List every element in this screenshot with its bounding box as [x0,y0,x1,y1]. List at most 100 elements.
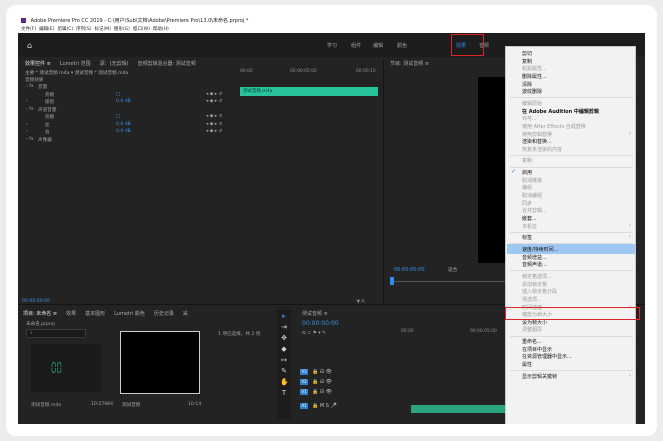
menu-item[interactable]: 嵌套... [522,215,537,222]
menu-item[interactable]: 删除属性... [522,73,547,80]
premiere-window: Adobe Premiere Pro CC 2019 - C:\用户\Sub\文… [18,17,645,424]
ec-row-value[interactable]: 0.0 dB [116,122,131,127]
ec-row-value[interactable]: 0.0 dB [116,99,131,104]
menu-5[interactable]: 图形(G) [114,27,130,32]
menu-item[interactable]: 渲染和替换... [522,138,552,145]
workspace-tab[interactable]: 学习 [327,42,337,49]
menu-7[interactable]: 帮助(H) [153,27,169,32]
program-fit-select[interactable]: 适合 [448,267,457,273]
program-playhead[interactable] [390,277,394,285]
workspace-tab[interactable]: 组件 [351,42,361,49]
source-tab[interactable]: 源：(无剪辑) [100,61,129,67]
project-item-duration: 10:14 [188,402,202,407]
source-tab[interactable]: 效果控件 ≡ [25,61,51,67]
track-badge[interactable]: V2 [300,379,308,385]
sequence-item-thumbnail[interactable] [120,331,200,394]
ec-row-label: 级别 [45,100,55,105]
ec-audio-clip[interactable]: 测试音频.m4a [240,87,378,96]
menu-item[interactable]: 属性 [522,361,532,368]
project-count: 1 项已选择，共 2 项 [218,332,261,337]
menu-3[interactable]: 序列(S) [76,27,91,32]
hand-icon[interactable]: ✋ [280,378,289,386]
keyframe-controls-icon[interactable]: ◂ ◆ ▸ ↺ [206,129,222,134]
ec-row-expander[interactable]: › fx [26,137,34,142]
pen-icon[interactable]: ✎ [280,367,288,375]
menu-item[interactable]: 启用 [522,169,532,176]
ec-row-expander[interactable]: › [26,122,28,127]
menu-item[interactable]: 音频增益... [522,254,547,261]
menu-item[interactable]: 标签 [522,234,532,241]
project-panel-tab[interactable]: Lumetri 颜色 [114,311,145,317]
project-panel-tab[interactable]: 效果 [66,311,76,317]
workspace-tab[interactable]: 编辑 [373,42,383,49]
workspace-tab[interactable]: 颜色 [397,42,407,49]
track-v1[interactable]: V1 🔒 ⊟ 👁 [300,389,332,398]
menu-6[interactable]: 窗口(W) [133,27,150,32]
timeline-tool-icons[interactable]: ⇆ ⊂ ⚑ ▾ ✎ [302,331,326,336]
selection-tool-icon[interactable]: ▸ [280,312,288,320]
menu-0[interactable]: 文件(F) [21,27,36,32]
home-icon[interactable]: ⌂ [27,41,32,50]
timeline-ruler-mid: 00:00:05:00 [470,329,497,334]
project-panel-tab[interactable]: 采 [183,311,188,317]
project-item-name[interactable]: 测试音频.m4a [31,402,61,408]
menu-item[interactable]: 速度/持续时间... [522,246,558,253]
menu-item[interactable]: 在资源管理器中显示... [522,353,572,360]
project-item-name[interactable]: 测试音频 [122,402,140,408]
menu-item[interactable]: 显示剪辑关键帧 [522,373,557,380]
type-tool-icon[interactable]: T [280,389,288,397]
track-badge[interactable]: A1 [300,403,308,409]
project-panel-tab[interactable]: 基本图形 [85,311,105,317]
track-v3[interactable]: V3 🔒 ⊟ 👁 [300,369,332,378]
program-scrubber[interactable] [390,281,510,282]
source-tab[interactable]: Lumetri 范围 [60,61,91,67]
ripple-edit-icon[interactable]: ✥ [280,334,288,342]
ec-row-expander[interactable]: › fx [26,107,34,112]
menu-item[interactable]: 在项目中显示 [522,346,552,353]
menu-item[interactable]: 清除 [522,81,532,88]
ec-ruler-end: 00:00:10 [356,69,376,74]
project-panel-tab[interactable]: 项目: 未命名 ≡ [23,311,57,317]
track-badge[interactable]: V1 [300,389,308,395]
ec-row-expander[interactable]: › [26,99,28,104]
menu-item[interactable]: 波纹删除 [522,88,542,95]
slip-tool-icon[interactable]: ↦ [280,356,288,364]
menu-2[interactable]: 剪辑(C) [57,27,73,32]
keyframe-controls-icon[interactable]: ◂ ◆ ▸ ↺ [206,92,222,97]
menu-item[interactable]: 音频声道... [522,261,547,268]
project-panel-tab[interactable]: 历史记录 [154,311,174,317]
menu-1[interactable]: 编辑(E) [39,27,54,32]
track-badge[interactable]: V3 [300,369,308,375]
menu-item[interactable]: 剪切 [522,50,532,57]
menu-item[interactable]: 在 Adobe Audition 中编辑剪辑 [522,108,599,115]
checkmark-icon: ✓ [511,168,517,176]
track-select-icon[interactable]: ⇥ [280,323,288,331]
source-tab[interactable]: 音频剪辑混合器: 测试音频 [138,61,196,67]
annotation-box-speed [505,307,640,320]
timeline-audio-clip[interactable] [411,405,510,413]
audio-item-thumbnail[interactable]: ⩇⩇ [31,344,101,392]
menu-item: 合并剪辑... [522,208,547,215]
ec-row-expander[interactable]: › fx [26,84,34,89]
keyframe-controls-icon[interactable]: ◂ ◆ ▸ ↺ [206,99,222,104]
menu-4[interactable]: 标记(M) [95,27,111,32]
ec-row-expander[interactable]: › [26,129,28,134]
ec-row-value[interactable]: 0.0 dB [116,129,131,134]
menu-separator [510,270,633,272]
menu-item: 许可... [522,116,537,123]
keyframe-controls-icon[interactable]: ◂ ◆ ▸ ↺ [206,122,222,127]
ec-row-value[interactable]: □ [116,92,120,97]
track-v2[interactable]: V2 🔒 ⊟ 👁 [300,379,332,388]
project-search-input[interactable] [26,329,86,338]
menu-item: 恢复未渲染的内容 [522,146,563,153]
ec-row-label: 声道音量 [38,107,57,113]
razor-icon[interactable]: ◆ [280,345,288,353]
ec-row-value[interactable]: □ [116,114,120,119]
program-tab[interactable]: 节目: 测试音频 ≡ [390,60,429,67]
track-a1[interactable]: A1 🔒 M S 🎤 [300,403,337,412]
menu-item[interactable]: 复制 [522,58,532,65]
menu-item[interactable]: 重命名... [522,338,542,345]
timeline-tab[interactable]: 测试音频 ≡ [302,310,328,317]
title-bar: Adobe Premiere Pro CC 2019 - C:\用户\Sub\文… [18,17,645,26]
keyframe-controls-icon[interactable]: ◂ ◆ ▸ ↺ [206,114,222,119]
